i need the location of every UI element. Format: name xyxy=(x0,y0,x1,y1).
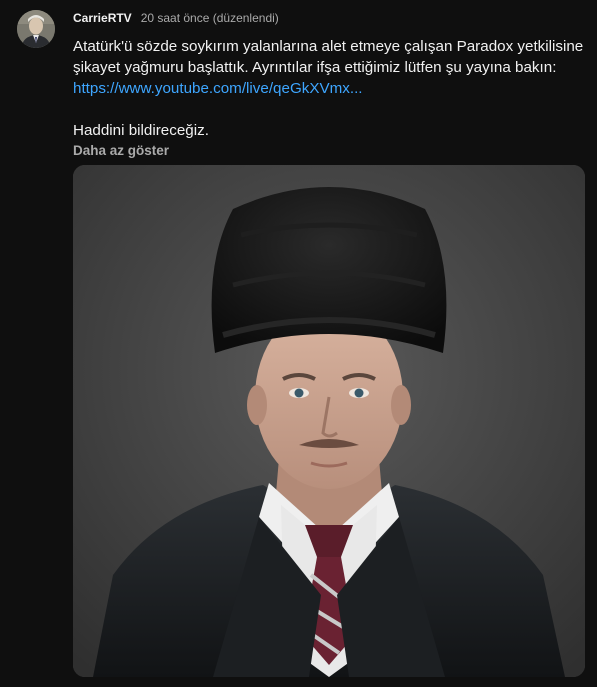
portrait-photo-icon xyxy=(73,165,585,677)
post-timestamp[interactable]: 20 saat önce (düzenlendi) xyxy=(141,11,279,25)
post-paragraph: Atatürk'ü sözde soykırım yalanlarına ale… xyxy=(73,36,588,99)
post-image[interactable] xyxy=(73,165,585,677)
show-less-button[interactable]: Daha az göster xyxy=(73,143,169,158)
youtube-link[interactable]: https://www.youtube.com/live/qeGkXVmx... xyxy=(73,80,363,97)
user-avatar-icon xyxy=(17,10,55,48)
post-text: Atatürk'ü sözde soykırım yalanlarına ale… xyxy=(73,36,588,141)
community-post: CarrieRTV 20 saat önce (düzenlendi) Atat… xyxy=(0,0,597,687)
post-header: CarrieRTV 20 saat önce (düzenlendi) xyxy=(73,11,279,27)
post-text-part1: Atatürk'ü sözde soykırım yalanlarına ale… xyxy=(73,38,584,76)
post-text-part2: Haddini bildireceğiz. xyxy=(73,122,209,139)
author-avatar[interactable] xyxy=(17,10,55,48)
author-name[interactable]: CarrieRTV xyxy=(73,11,132,25)
